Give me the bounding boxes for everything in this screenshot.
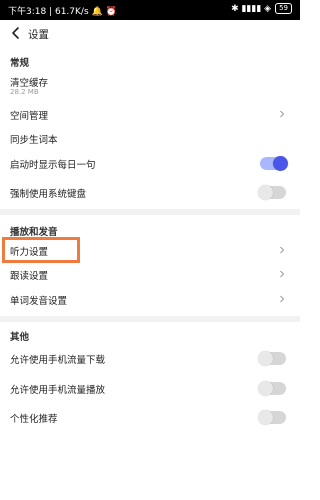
daily-sentence-toggle[interactable]: [260, 156, 288, 171]
setting-force-keyboard: 强制使用系统键盘: [0, 180, 300, 204]
toggle-knob: [258, 381, 273, 396]
daily-sentence-label: 启动时显示每日一句: [10, 160, 96, 171]
toggle-knob: [258, 351, 273, 366]
toggle-knob: [258, 410, 273, 425]
back-arrow-icon[interactable]: [9, 26, 23, 40]
section-title-general: 常规: [10, 58, 30, 69]
personalized-toggle[interactable]: [258, 410, 286, 425]
setting-mobile-play: 允许使用手机流量播放: [0, 376, 300, 400]
section-title-playback: 播放和发音: [10, 227, 58, 238]
toggle-knob: [273, 156, 288, 171]
setting-follow-read[interactable]: 跟读设置: [0, 262, 300, 286]
battery-icon: 59: [275, 3, 292, 14]
sync-vocab-label: 同步生词本: [10, 135, 58, 146]
highlight-box: [2, 237, 80, 263]
mobile-play-label: 允许使用手机流量播放: [10, 385, 106, 396]
setting-clear-cache[interactable]: 清空缓存 28.2 MB: [0, 72, 300, 100]
mobile-download-toggle[interactable]: [258, 351, 286, 366]
chevron-right-icon: [280, 246, 285, 254]
mobile-download-label: 允许使用手机流量下载: [10, 355, 106, 366]
section-title-other: 其他: [10, 332, 30, 343]
setting-word-pronunciation[interactable]: 单词发音设置: [0, 287, 300, 311]
chevron-right-icon: [280, 295, 285, 303]
section-divider: [0, 209, 300, 215]
status-icons: ✱ ▮▮▮▮ ◈ 59: [231, 3, 292, 14]
toggle-knob: [258, 185, 273, 200]
setting-space-manage[interactable]: 空间管理: [0, 102, 300, 126]
page-title: 设置: [28, 29, 49, 41]
signal-wifi-icons: ✱ ▮▮▮▮ ◈: [231, 3, 272, 14]
force-keyboard-label: 强制使用系统键盘: [10, 189, 87, 200]
space-manage-label: 空间管理: [10, 111, 49, 122]
word-pronunciation-label: 单词发音设置: [10, 296, 68, 307]
status-bar: 下午3:18 | 61.7K/s 🔔 ⏰ ✱ ▮▮▮▮ ◈ 59: [0, 0, 300, 20]
chevron-right-icon: [280, 110, 285, 118]
mobile-play-toggle[interactable]: [258, 381, 286, 396]
force-keyboard-toggle[interactable]: [258, 185, 286, 200]
setting-mobile-download: 允许使用手机流量下载: [0, 346, 300, 370]
cache-size: 28.2 MB: [10, 88, 39, 96]
setting-daily-sentence: 启动时显示每日一句: [0, 151, 300, 175]
follow-read-label: 跟读设置: [10, 271, 49, 282]
clear-cache-label: 清空缓存: [10, 78, 49, 89]
status-time-speed: 下午3:18 | 61.7K/s 🔔 ⏰: [8, 7, 117, 17]
header: 设置: [0, 20, 300, 46]
setting-personalized: 个性化推荐: [0, 405, 300, 429]
personalized-label: 个性化推荐: [10, 414, 58, 425]
setting-sync-vocab[interactable]: 同步生词本: [0, 126, 300, 150]
section-divider: [0, 316, 300, 322]
chevron-right-icon: [280, 270, 285, 278]
